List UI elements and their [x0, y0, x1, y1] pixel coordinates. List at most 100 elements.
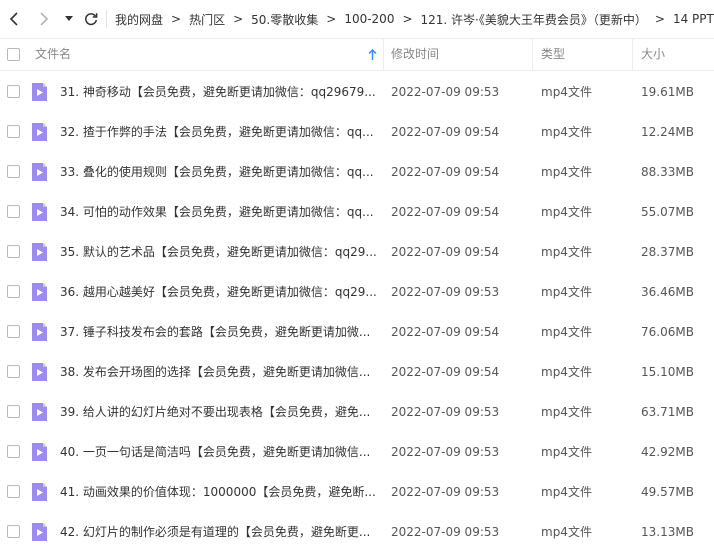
breadcrumb-item[interactable]: 121. 许岑·《美貌大王年费会员》（更新中） [421, 11, 647, 28]
file-modified-time: 2022-07-09 09:53 [391, 525, 500, 539]
file-type: mp4文件 [541, 245, 592, 259]
file-type: mp4文件 [541, 325, 592, 339]
breadcrumb-item[interactable]: 热门区 [189, 11, 225, 28]
column-header-size[interactable]: 大小 [641, 39, 665, 70]
file-size: 13.13MB [641, 525, 694, 539]
row-checkbox[interactable] [7, 485, 20, 498]
video-file-icon [32, 483, 47, 501]
row-checkbox[interactable] [7, 165, 20, 178]
file-row[interactable]: 40. 一页一句话是简洁吗【会员免费，避免断更请加微信... 2022-07-09… [0, 432, 714, 472]
toolbar-divider [106, 10, 107, 28]
column-header-name[interactable]: 文件名 [35, 39, 71, 70]
row-checkbox[interactable] [7, 405, 20, 418]
file-size: 36.46MB [641, 285, 694, 299]
file-row[interactable]: 34. 可怕的动作效果【会员免费，避免断更请加微信：qq... 2022-07-0… [0, 192, 714, 232]
file-size: 76.06MB [641, 325, 694, 339]
breadcrumb-current[interactable]: 14 PPT [673, 12, 714, 26]
breadcrumb-item[interactable]: 50.零散收集 [251, 11, 318, 28]
breadcrumb-separator: > [654, 12, 665, 26]
row-checkbox[interactable] [7, 285, 20, 298]
file-modified-time: 2022-07-09 09:54 [391, 165, 500, 179]
file-row[interactable]: 41. 动画效果的价值体现：1000000【会员免费，避免断... 2022-07… [0, 472, 714, 512]
file-name[interactable]: 37. 锤子科技发布会的套路【会员免费，避免断更请加微... [60, 312, 380, 352]
row-checkbox[interactable] [7, 245, 20, 258]
video-file-icon [32, 283, 47, 301]
breadcrumb-item[interactable]: 100-200 [344, 12, 394, 26]
file-modified-time: 2022-07-09 09:53 [391, 445, 500, 459]
file-row[interactable]: 35. 默认的艺术品【会员免费，避免断更请加微信：qq29... 2022-07-… [0, 232, 714, 272]
file-row[interactable]: 36. 越用心越美好【会员免费，避免断更请加微信：qq29... 2022-07-… [0, 272, 714, 312]
file-modified-time: 2022-07-09 09:54 [391, 325, 500, 339]
file-name[interactable]: 40. 一页一句话是简洁吗【会员免费，避免断更请加微信... [60, 432, 380, 472]
file-size: 28.37MB [641, 245, 694, 259]
back-button[interactable] [2, 0, 26, 38]
file-row[interactable]: 39. 给人讲的幻灯片绝对不要出现表格【会员免费，避免... 2022-07-09… [0, 392, 714, 432]
file-modified-time: 2022-07-09 09:53 [391, 285, 500, 299]
file-name[interactable]: 41. 动画效果的价值体现：1000000【会员免费，避免断... [60, 472, 380, 512]
file-list-header: 文件名 修改时间 类型 大小 [0, 38, 714, 71]
row-checkbox[interactable] [7, 325, 20, 338]
sort-arrow-icon[interactable] [368, 49, 377, 61]
file-name[interactable]: 38. 发布会开场图的选择【会员免费，避免断更请加微信... [60, 352, 380, 392]
row-checkbox[interactable] [7, 365, 20, 378]
file-row[interactable]: 37. 锤子科技发布会的套路【会员免费，避免断更请加微... 2022-07-09… [0, 312, 714, 352]
video-file-icon [32, 83, 47, 101]
history-dropdown-button[interactable] [58, 0, 80, 38]
file-row[interactable]: 33. 叠化的使用规则【会员免费，避免断更请加微信：qq... 2022-07-0… [0, 152, 714, 192]
column-divider[interactable] [383, 39, 384, 70]
column-header-modified[interactable]: 修改时间 [391, 39, 439, 70]
file-name[interactable]: 42. 幻灯片的制作必须是有道理的【会员免费，避免断更... [60, 512, 380, 552]
file-size: 42.92MB [641, 445, 694, 459]
file-row[interactable]: 38. 发布会开场图的选择【会员免费，避免断更请加微信... 2022-07-09… [0, 352, 714, 392]
column-header-type[interactable]: 类型 [541, 39, 565, 70]
file-name[interactable]: 34. 可怕的动作效果【会员免费，避免断更请加微信：qq... [60, 192, 380, 232]
video-file-icon [32, 243, 47, 261]
file-name[interactable]: 35. 默认的艺术品【会员免费，避免断更请加微信：qq29... [60, 232, 380, 272]
row-checkbox[interactable] [7, 205, 20, 218]
file-row[interactable]: 42. 幻灯片的制作必须是有道理的【会员免费，避免断更... 2022-07-09… [0, 512, 714, 552]
video-file-icon [32, 323, 47, 341]
refresh-button[interactable] [80, 0, 102, 38]
column-divider[interactable] [632, 39, 633, 70]
file-modified-time: 2022-07-09 09:53 [391, 85, 500, 99]
video-file-icon [32, 443, 47, 461]
file-name[interactable]: 33. 叠化的使用规则【会员免费，避免断更请加微信：qq... [60, 152, 380, 192]
row-checkbox[interactable] [7, 125, 20, 138]
file-size: 12.24MB [641, 125, 694, 139]
file-modified-time: 2022-07-09 09:53 [391, 485, 500, 499]
row-checkbox[interactable] [7, 85, 20, 98]
file-type: mp4文件 [541, 405, 592, 419]
file-modified-time: 2022-07-09 09:54 [391, 205, 500, 219]
file-name[interactable]: 39. 给人讲的幻灯片绝对不要出现表格【会员免费，避免... [60, 392, 380, 432]
chevron-right-icon [40, 12, 49, 26]
file-row[interactable]: 32. 揸于作弊的手法【会员免费，避免断更请加微信：qq... 2022-07-0… [0, 112, 714, 152]
column-divider[interactable] [532, 39, 533, 70]
refresh-icon [85, 13, 98, 26]
video-file-icon [32, 123, 47, 141]
breadcrumb: 我的网盘 > 热门区 > 50.零散收集 > 100-200 > 121. 许岑… [115, 11, 714, 28]
row-checkbox[interactable] [7, 525, 20, 538]
video-file-icon [32, 403, 47, 421]
file-type: mp4文件 [541, 85, 592, 99]
select-all-checkbox[interactable] [7, 48, 20, 61]
file-modified-time: 2022-07-09 09:54 [391, 365, 500, 379]
file-modified-time: 2022-07-09 09:53 [391, 405, 500, 419]
file-type: mp4文件 [541, 165, 592, 179]
row-checkbox[interactable] [7, 445, 20, 458]
file-type: mp4文件 [541, 365, 592, 379]
file-name[interactable]: 32. 揸于作弊的手法【会员免费，避免断更请加微信：qq... [60, 112, 380, 152]
video-file-icon [32, 363, 47, 381]
breadcrumb-separator: > [402, 12, 413, 26]
file-type: mp4文件 [541, 125, 592, 139]
navigation-toolbar: 我的网盘 > 热门区 > 50.零散收集 > 100-200 > 121. 许岑… [0, 0, 714, 38]
forward-button[interactable] [32, 0, 56, 38]
file-name[interactable]: 31. 神奇移动【会员免费，避免断更请加微信：qq29679... [60, 72, 380, 112]
breadcrumb-item[interactable]: 我的网盘 [115, 11, 163, 28]
caret-down-icon [65, 16, 73, 21]
file-size: 15.10MB [641, 365, 694, 379]
chevron-left-icon [9, 12, 18, 26]
file-name[interactable]: 36. 越用心越美好【会员免费，避免断更请加微信：qq29... [60, 272, 380, 312]
file-row[interactable]: 31. 神奇移动【会员免费，避免断更请加微信：qq29679... 2022-07… [0, 72, 714, 112]
breadcrumb-separator: > [171, 12, 182, 26]
file-size: 19.61MB [641, 85, 694, 99]
